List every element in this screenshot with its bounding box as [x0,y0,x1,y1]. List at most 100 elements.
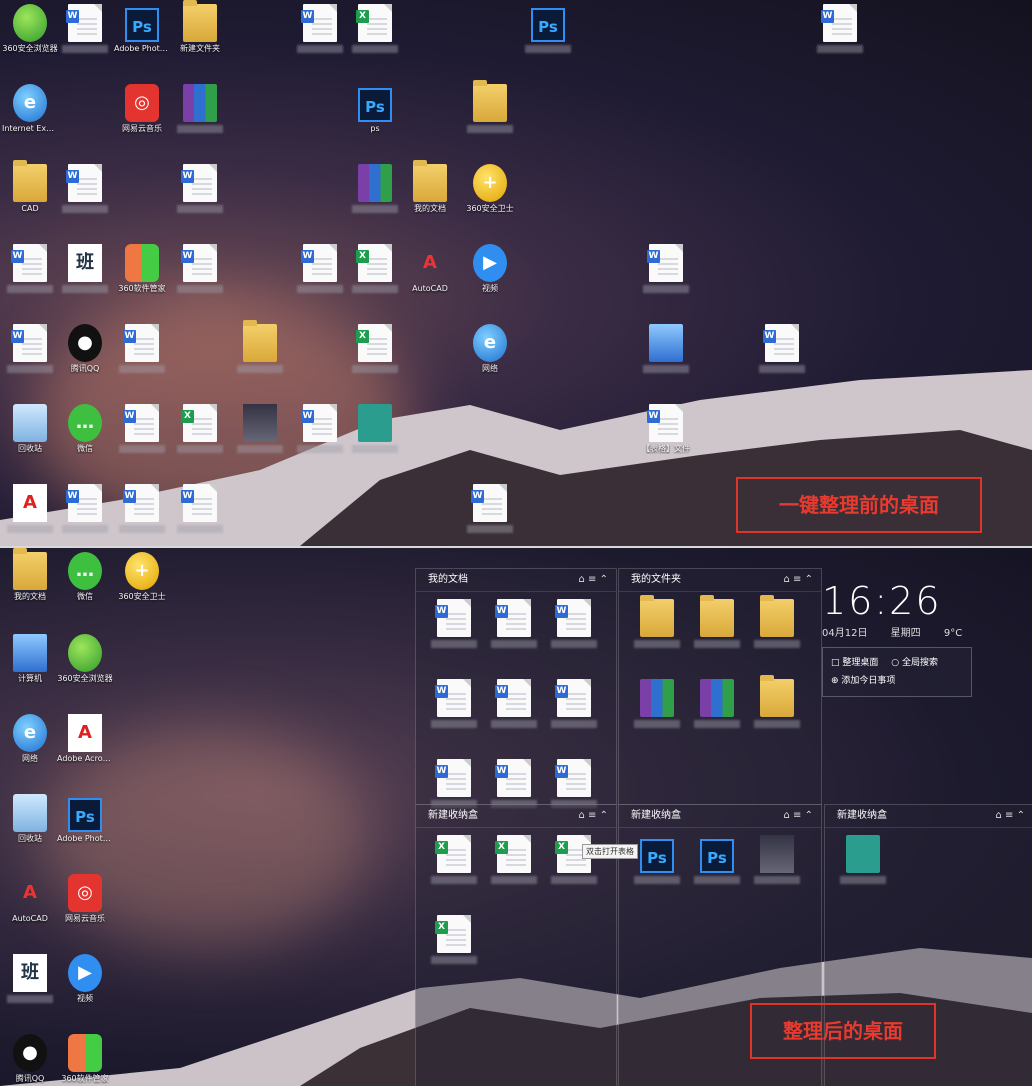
left_column-item[interactable]: A AutoCAD [2,874,58,944]
fence-item[interactable]: X [428,835,480,884]
fence-controls-icon[interactable]: ⌂ ≡ ⌃ [996,805,1025,827]
left_column-item[interactable]: 计算机 [2,634,58,704]
fence-item[interactable]: W [428,679,480,728]
top_icons-item[interactable]: X [347,4,403,74]
top_icons-item[interactable]: 我的文档 [402,160,458,234]
top_icons-item[interactable]: W [114,324,170,394]
top_icons-item[interactable]: … 微信 [57,404,113,474]
left_column-item[interactable]: Ps Adobe Photoshop [57,794,113,864]
fence-item[interactable] [631,595,683,648]
fence-controls-icon[interactable]: ⌂ ≡ ⌃ [579,569,608,591]
fence-item[interactable] [751,595,803,648]
fence-item[interactable]: W [488,679,540,728]
top_icons-item[interactable]: W [2,324,58,394]
top_icons-item[interactable]: CAD [2,160,58,234]
top_icons-item[interactable]: 360安全浏览器 [2,4,58,74]
top_icons-item[interactable]: W [2,244,58,314]
fence-item[interactable] [631,679,683,728]
left_column-item[interactable]: 我的文档 [2,548,58,622]
top_icons-item[interactable]: 新建文件夹 [172,0,228,74]
fence-header[interactable]: 我的文件夹 ⌂ ≡ ⌃ [619,569,821,592]
fence-header[interactable]: 新建收纳盒 ⌂ ≡ ⌃ [825,805,1032,828]
top_icons-item[interactable] [347,164,403,234]
top_icons-item[interactable]: W [462,484,518,546]
fence-panel[interactable]: 我的文档 ⌂ ≡ ⌃ W W W W W W W W W [415,568,617,808]
organize-desktop-button[interactable]: □ 整理桌面 [831,658,878,668]
top_icons-item[interactable]: 回收站 [2,404,58,474]
top_icons-item[interactable]: W [292,244,348,314]
top_icons-item[interactable]: Ps ps [347,84,403,154]
fence-item[interactable] [751,835,803,884]
top_icons-item[interactable]: W [812,4,868,74]
top_icons-item[interactable]: X [347,244,403,314]
top_icons-item[interactable]: W [754,324,810,394]
left_column-item[interactable]: 360软件管家 [57,1034,113,1086]
fence-controls-icon[interactable]: ⌂ ≡ ⌃ [784,805,813,827]
fence-item[interactable] [691,679,743,728]
fence-controls-icon[interactable]: ⌂ ≡ ⌃ [579,805,608,827]
fence-item[interactable]: W [548,759,600,808]
fence-controls-icon[interactable]: ⌂ ≡ ⌃ [784,569,813,591]
top_icons-item[interactable]: A AutoCAD [402,244,458,314]
top_icons-item[interactable] [347,404,403,474]
top_icons-item[interactable]: e Internet Explorer [2,84,58,154]
fence-item[interactable]: X [548,835,600,884]
add-todo-button[interactable]: ⊕ 添加今日事项 [831,676,895,686]
top_icons-item[interactable]: 班 [57,244,113,314]
left_column-item[interactable]: A Adobe Acrobat [57,714,113,784]
fence-item[interactable]: X [428,915,480,964]
top_icons-item[interactable]: ◎ 网易云音乐 [114,84,170,154]
fence-item[interactable]: W [488,599,540,648]
top_icons-item[interactable]: A [2,484,58,546]
top_icons-item[interactable]: W [57,4,113,74]
top_icons-item[interactable]: W [172,484,228,546]
left_column-item[interactable]: ◎ 网易云音乐 [57,874,113,944]
top_icons-item[interactable]: W [172,244,228,314]
top_icons-item[interactable] [638,324,694,394]
top_icons-item[interactable]: W [638,244,694,314]
top_icons-item[interactable]: ▶ 视频 [462,244,518,314]
top_icons-item[interactable] [172,84,228,154]
fence-header[interactable]: 我的文档 ⌂ ≡ ⌃ [416,569,616,592]
fence-item[interactable]: W [548,599,600,648]
top_icons-item[interactable]: +360安全卫士 [462,164,518,234]
top_icons-item[interactable]: W [292,404,348,474]
top_icons-item[interactable] [232,320,288,394]
fence-item[interactable] [837,835,889,884]
fence-item[interactable]: W [548,679,600,728]
fence-panel[interactable]: 我的文件夹 ⌂ ≡ ⌃ [618,568,822,805]
left_column-item[interactable]: … 微信 [57,552,113,622]
top_icons-item[interactable]: W [114,484,170,546]
top_icons-item[interactable]: W [57,164,113,234]
top_icons-item[interactable]: W [57,484,113,546]
left_column-item[interactable]: +360安全卫士 [114,552,170,622]
left_column-item[interactable]: ▶ 视频 [57,954,113,1024]
fence-item[interactable]: W [428,599,480,648]
fence-item[interactable]: W [488,759,540,808]
left_column-item[interactable]: ● 腾讯QQ [2,1034,58,1086]
top_icons-item[interactable]: Ps Adobe Photosh... [114,4,170,74]
fence-item[interactable]: Ps [631,835,683,884]
fence-item[interactable]: X [488,835,540,884]
left_column-item[interactable]: 360安全浏览器 [57,634,113,704]
fence-header[interactable]: 新建收纳盒 ⌂ ≡ ⌃ [416,805,616,828]
search-button[interactable]: ○ 全局搜索 [891,658,938,668]
left_column-item[interactable]: 班 [2,954,58,1024]
top_icons-item[interactable]: 360软件管家 [114,244,170,314]
top_icons-item[interactable]: W 【表格】文件 [638,404,694,474]
top_icons-item[interactable]: W [292,4,348,74]
fence-item[interactable] [751,675,803,728]
top_icons-item[interactable]: e 网络 [462,324,518,394]
left_column-item[interactable]: e 网络 [2,714,58,784]
top_icons-item[interactable]: ● 腾讯QQ [57,324,113,394]
top_icons-item[interactable]: X [172,404,228,474]
fence-item[interactable]: W [428,759,480,808]
top_icons-item[interactable] [462,80,518,154]
top_icons-item[interactable] [232,404,288,474]
fence-item[interactable] [691,595,743,648]
fence-item[interactable]: Ps [691,835,743,884]
top_icons-item[interactable]: W [114,404,170,474]
fence-header[interactable]: 新建收纳盒 ⌂ ≡ ⌃ [619,805,821,828]
top_icons-item[interactable]: X [347,324,403,394]
top_icons-item[interactable]: Ps [520,4,576,74]
